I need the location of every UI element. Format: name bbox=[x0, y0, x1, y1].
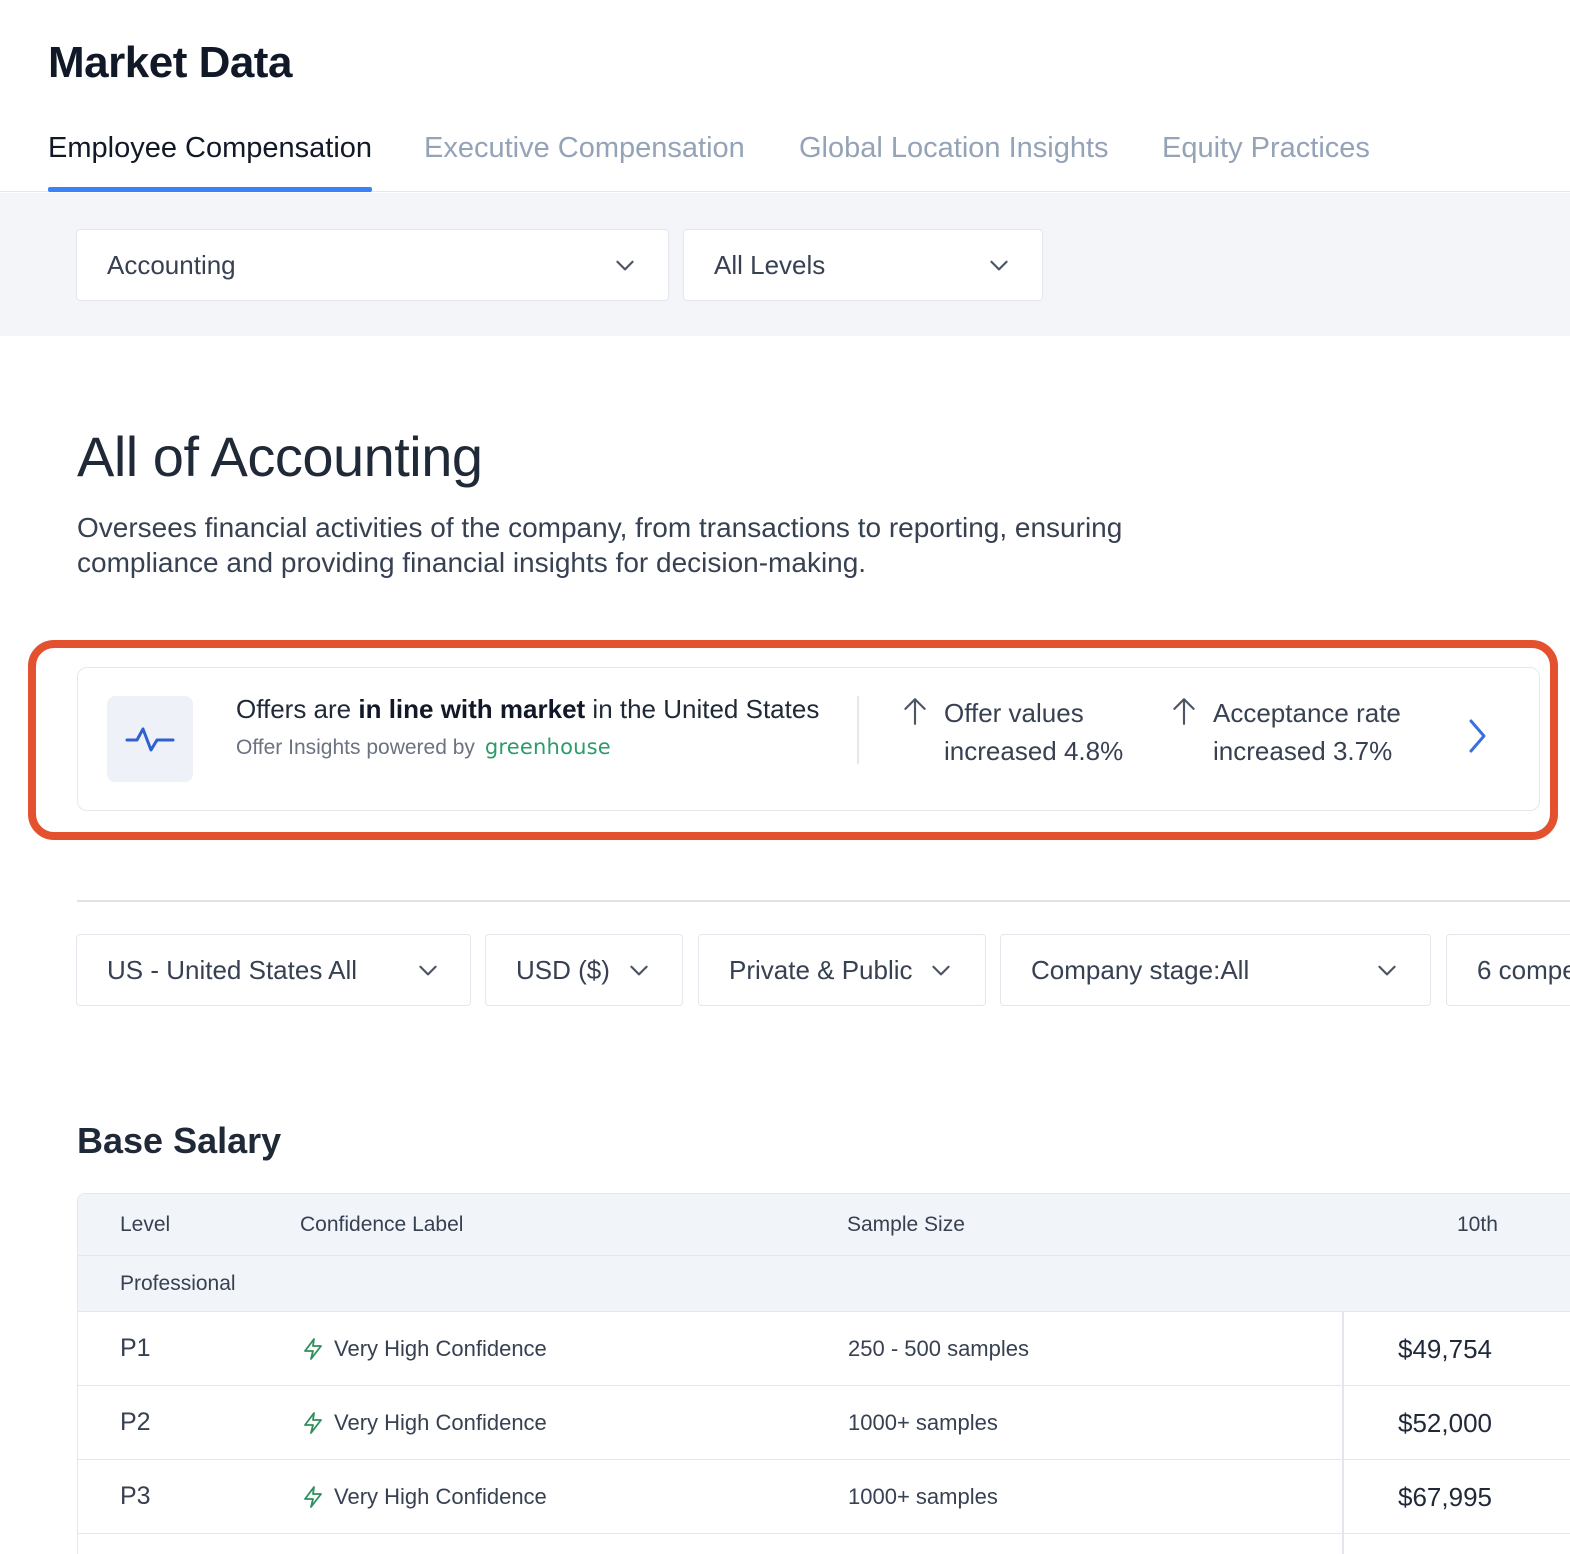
sample-size-cell: 1000+ samples bbox=[848, 1410, 998, 1435]
level-select[interactable]: All Levels bbox=[683, 229, 1043, 301]
offer-values-stat: Offer values increased 4.8% bbox=[904, 694, 1124, 770]
column-header-sample-size[interactable]: Sample Size bbox=[847, 1213, 965, 1237]
offer-values-change: increased 4.8% bbox=[944, 736, 1124, 766]
acceptance-rate-label: Acceptance rate bbox=[1213, 698, 1401, 728]
page-title: Market Data bbox=[48, 38, 292, 87]
table-row[interactable]: P3 Very High Confidence 1000+ samples $6… bbox=[78, 1460, 1570, 1534]
pulse-icon bbox=[125, 727, 175, 752]
table-row[interactable]: P2 Very High Confidence 1000+ samples $5… bbox=[78, 1386, 1570, 1460]
column-header-confidence[interactable]: Confidence Label bbox=[300, 1213, 463, 1237]
table-header: Level Confidence Label Sample Size 10th bbox=[78, 1194, 1570, 1256]
base-salary-title: Base Salary bbox=[77, 1120, 282, 1161]
comparison-select[interactable]: 6 compe bbox=[1446, 934, 1570, 1006]
insight-suffix: in the United States bbox=[585, 694, 820, 724]
column-header-level[interactable]: Level bbox=[120, 1213, 170, 1237]
p10-cell: $49,754 bbox=[1398, 1334, 1492, 1364]
insight-headline: Offers are in line with market in the Un… bbox=[236, 694, 819, 725]
tab-equity-practices[interactable]: Equity Practices bbox=[1162, 132, 1370, 191]
insight-emphasis: in line with market bbox=[358, 694, 586, 724]
job-family-value: Accounting bbox=[107, 249, 236, 280]
sample-size-cell: 1000+ samples bbox=[848, 1484, 998, 1509]
confidence-cell: Very High Confidence bbox=[302, 1410, 547, 1436]
confidence-cell: Very High Confidence bbox=[302, 1336, 547, 1362]
level-cell: P1 bbox=[120, 1334, 151, 1362]
insight-source: Offer Insights powered by greenhouse bbox=[236, 735, 611, 760]
arrow-up-icon bbox=[1173, 698, 1195, 725]
lightning-icon bbox=[304, 1486, 322, 1508]
sample-size-cell: 250 - 500 samples bbox=[848, 1336, 1029, 1361]
level-cell: P2 bbox=[120, 1408, 151, 1436]
chevron-down-icon bbox=[1378, 965, 1396, 976]
company-stage-select[interactable]: Company stage:All bbox=[1000, 934, 1431, 1006]
confidence-cell: Very High Confidence bbox=[302, 1484, 547, 1510]
chevron-down-icon bbox=[419, 965, 437, 976]
offer-values-label: Offer values bbox=[944, 698, 1084, 728]
chevron-down-icon bbox=[990, 260, 1008, 271]
ownership-select[interactable]: Private & Public bbox=[698, 934, 986, 1006]
level-value: All Levels bbox=[714, 249, 826, 280]
arrow-up-icon bbox=[904, 698, 926, 725]
confidence-label: Very High Confidence bbox=[334, 1336, 547, 1361]
level-cell: P3 bbox=[120, 1482, 151, 1510]
acceptance-rate-change: increased 3.7% bbox=[1213, 736, 1393, 766]
column-separator bbox=[1342, 1312, 1344, 1554]
chevron-down-icon bbox=[616, 260, 634, 271]
lightning-icon bbox=[304, 1412, 322, 1434]
section-title: All of Accounting bbox=[77, 425, 483, 488]
insight-prefix: Offers are bbox=[236, 694, 359, 724]
tab-global-location-insights[interactable]: Global Location Insights bbox=[799, 132, 1109, 191]
lightning-icon bbox=[304, 1338, 322, 1360]
column-header-p10[interactable]: 10th bbox=[1457, 1213, 1498, 1237]
location-select[interactable]: US - United States All bbox=[76, 934, 471, 1006]
offer-insights-card[interactable]: Offers are in line with market in the Un… bbox=[77, 667, 1540, 811]
group-label: Professional bbox=[120, 1272, 236, 1295]
location-value: US - United States All bbox=[107, 954, 357, 985]
tab-employee-compensation[interactable]: Employee Compensation bbox=[48, 132, 373, 192]
acceptance-rate-stat: Acceptance rate increased 3.7% bbox=[1173, 694, 1401, 770]
currency-select[interactable]: USD ($) bbox=[485, 934, 683, 1006]
tab-bar: Employee Compensation Executive Compensa… bbox=[0, 128, 1570, 192]
confidence-label: Very High Confidence bbox=[334, 1410, 547, 1435]
group-row: Professional bbox=[78, 1256, 1570, 1312]
filter-band: Accounting All Levels bbox=[0, 193, 1570, 336]
p10-cell: $67,995 bbox=[1398, 1482, 1492, 1512]
p10-cell: $52,000 bbox=[1398, 1408, 1492, 1438]
base-salary-table: Level Confidence Label Sample Size 10th … bbox=[77, 1193, 1570, 1554]
section-description: Oversees financial activities of the com… bbox=[77, 512, 1123, 578]
pulse-icon-box bbox=[107, 696, 193, 782]
powered-by-label: Offer Insights powered by bbox=[236, 736, 475, 759]
job-family-select[interactable]: Accounting bbox=[76, 229, 669, 301]
tab-executive-compensation[interactable]: Executive Compensation bbox=[424, 132, 745, 191]
currency-value: USD ($) bbox=[516, 954, 610, 985]
chevron-right-icon[interactable] bbox=[1462, 716, 1492, 756]
divider bbox=[857, 696, 859, 764]
company-stage-value: Company stage:All bbox=[1031, 954, 1250, 985]
chevron-down-icon bbox=[630, 965, 648, 976]
ownership-value: Private & Public bbox=[729, 954, 913, 985]
chevron-down-icon bbox=[932, 965, 950, 976]
section-divider bbox=[77, 900, 1570, 902]
confidence-label: Very High Confidence bbox=[334, 1484, 547, 1509]
table-row[interactable]: P1 Very High Confidence 250 - 500 sample… bbox=[78, 1312, 1570, 1386]
greenhouse-logo: greenhouse bbox=[484, 735, 611, 759]
comparison-value: 6 compe bbox=[1477, 954, 1570, 985]
